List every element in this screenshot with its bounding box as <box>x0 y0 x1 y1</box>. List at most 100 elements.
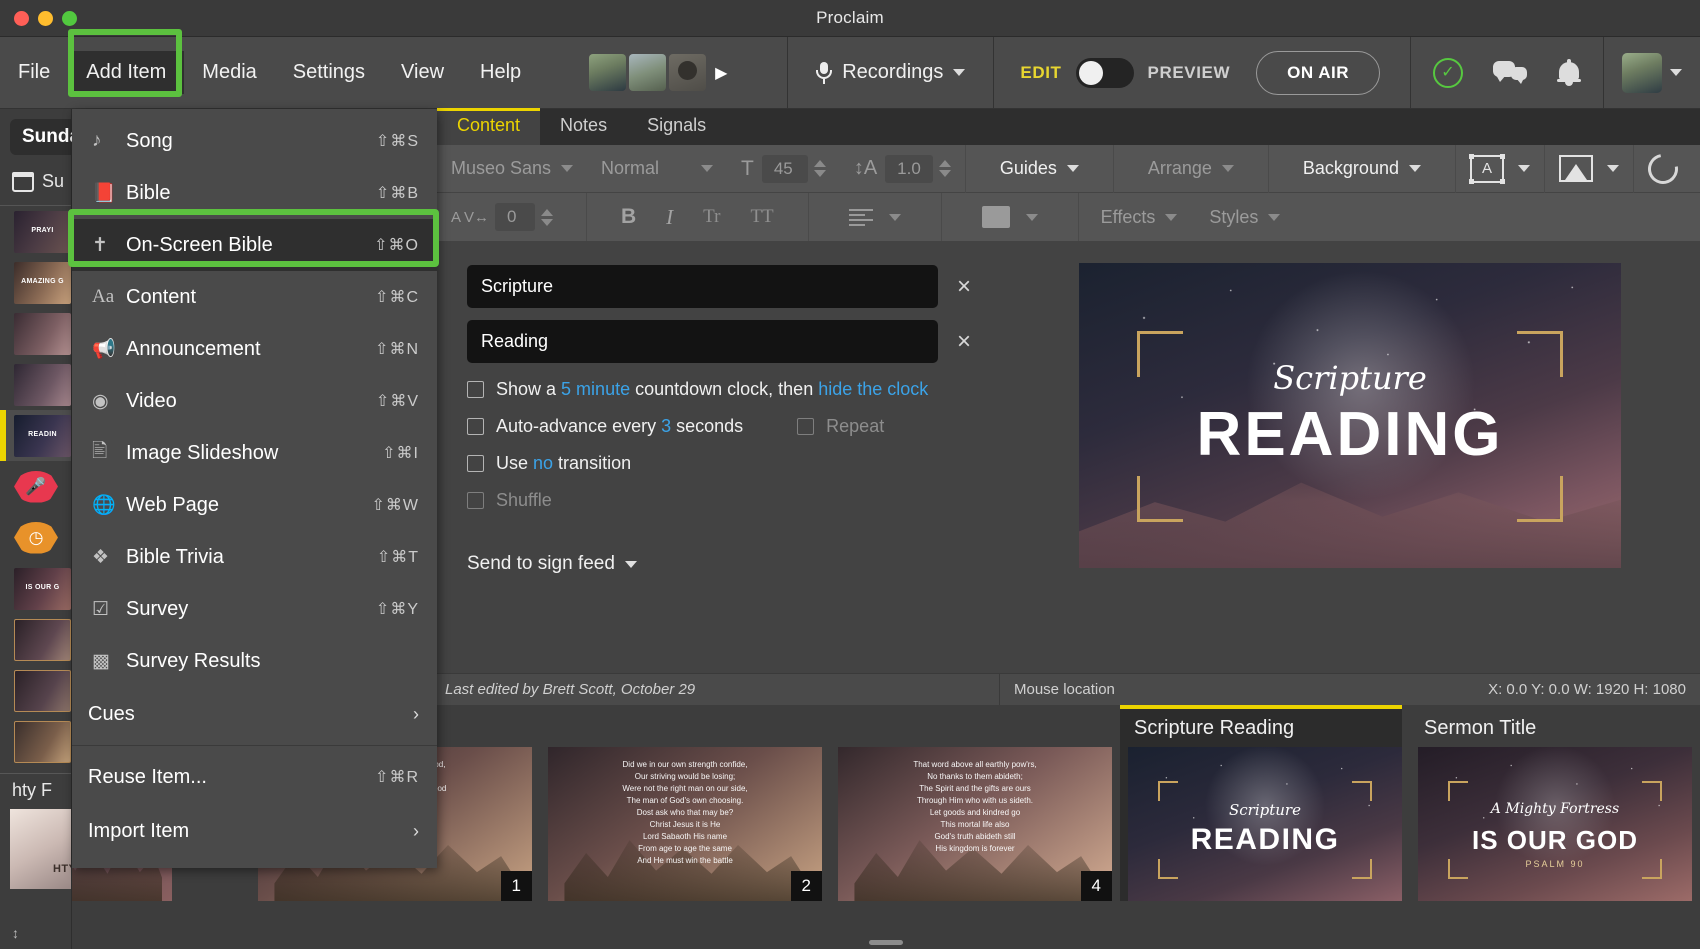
slide-preview[interactable]: Scripture READING <box>1079 263 1621 568</box>
allcaps-button[interactable]: TT <box>750 206 773 228</box>
use-transition-checkbox[interactable] <box>467 455 484 472</box>
menu-file[interactable]: File <box>0 51 68 94</box>
team-avatars[interactable]: ▶ <box>589 54 727 91</box>
card[interactable]: Did we in our own strength confide, Our … <box>540 705 822 901</box>
user-menu[interactable] <box>1604 52 1700 93</box>
auto-advance-seconds-link[interactable]: 3 <box>661 416 671 436</box>
menu-item-bible[interactable]: 📕 Bible ⇧⌘B <box>72 167 437 219</box>
list-item-selected[interactable]: READIN <box>0 410 71 461</box>
list-item[interactable] <box>0 308 71 359</box>
send-to-sign-feed-menu[interactable]: Send to sign feed <box>467 553 976 575</box>
menu-item-survey-results[interactable]: ▩ Survey Results <box>72 635 437 687</box>
list-item[interactable] <box>0 665 71 716</box>
avatar[interactable] <box>629 54 667 91</box>
menu-item-video[interactable]: ◉ Video ⇧⌘V <box>72 375 437 427</box>
on-air-button[interactable]: ON AIR <box>1256 50 1380 95</box>
list-item[interactable]: ◷ <box>0 512 71 563</box>
horizontal-scrollbar[interactable] <box>869 940 903 945</box>
menu-item-cues[interactable]: Cues › <box>72 687 437 741</box>
card[interactable]: That word above all earthly pow'rs, No t… <box>830 705 1112 901</box>
shuffle-option[interactable]: Shuffle <box>467 490 976 511</box>
tracking-group[interactable]: A V↔ 0 <box>437 193 587 241</box>
scroll-down-icon[interactable]: ↕ <box>12 925 19 941</box>
list-item[interactable] <box>0 614 71 665</box>
font-size-input[interactable]: 45 <box>761 154 808 183</box>
text-frame-tool[interactable]: A <box>1456 144 1545 193</box>
edit-preview-toggle-group[interactable]: EDIT PREVIEW <box>1020 57 1230 88</box>
line-height-input[interactable]: 1.0 <box>885 154 933 183</box>
font-size-stepper[interactable] <box>813 160 826 177</box>
menu-media[interactable]: Media <box>184 51 274 94</box>
text-align-menu[interactable] <box>809 193 942 241</box>
font-size-group[interactable]: T 45 <box>727 145 840 193</box>
chat-icon[interactable] <box>1493 60 1527 85</box>
text-color-menu[interactable] <box>942 193 1079 241</box>
list-item[interactable]: PRAYI <box>0 206 71 257</box>
menu-item-image-slideshow[interactable]: 🖹 Image Slideshow ⇧⌘I <box>72 427 437 479</box>
list-item[interactable] <box>0 716 71 767</box>
arrange-menu[interactable]: Arrange <box>1114 144 1269 193</box>
line-1-input[interactable]: Scripture <box>467 265 938 308</box>
menu-view[interactable]: View <box>383 51 462 94</box>
bold-button[interactable]: B <box>621 205 636 229</box>
countdown-clock-checkbox[interactable] <box>467 381 484 398</box>
avatars-expand-icon[interactable]: ▶ <box>715 63 727 83</box>
guides-menu[interactable]: Guides <box>966 144 1114 193</box>
menu-help[interactable]: Help <box>462 51 539 94</box>
tracking-stepper[interactable] <box>541 208 554 226</box>
list-item[interactable]: IS OUR G <box>0 563 71 614</box>
recordings-menu[interactable]: Recordings <box>788 61 993 84</box>
use-transition-option[interactable]: Use no transition <box>467 453 976 474</box>
tracking-input[interactable]: 0 <box>495 203 536 231</box>
menu-item-content[interactable]: Aa Content ⇧⌘C <box>72 271 437 323</box>
add-item-dropdown-menu[interactable]: ♪ Song ⇧⌘S 📕 Bible ⇧⌘B ✝ On-Screen Bible… <box>72 109 437 868</box>
menu-item-survey[interactable]: ☑ Survey ⇧⌘Y <box>72 583 437 635</box>
slide-thumbnail-list[interactable]: PRAYI AMAZING G READIN 🎤 ◷ IS OUR G hty … <box>0 206 71 949</box>
card[interactable]: Sermon Title A Mighty Fortress IS OUR GO… <box>1410 705 1692 901</box>
line-height-stepper[interactable] <box>938 160 951 177</box>
menu-item-announcement[interactable]: 📢 Announcement ⇧⌘N <box>72 323 437 375</box>
menu-item-web-page[interactable]: 🌐 Web Page ⇧⌘W <box>72 479 437 531</box>
status-ok-icon[interactable]: ✓ <box>1433 57 1463 88</box>
font-style-select[interactable]: Normal <box>587 145 727 193</box>
tab-content[interactable]: Content <box>437 108 541 145</box>
menu-add-item[interactable]: Add Item <box>68 51 185 94</box>
menu-item-on-screen-bible[interactable]: ✝ On-Screen Bible ⇧⌘O <box>72 219 437 271</box>
slide-thumbnail[interactable]: HTY F <box>10 809 71 889</box>
repeat-checkbox[interactable] <box>797 418 815 435</box>
card-selected[interactable]: Scripture Reading Scripture READING <box>1120 705 1402 901</box>
effects-menu[interactable]: Effects <box>1079 193 1200 241</box>
italic-button[interactable]: I <box>666 205 673 230</box>
avatar[interactable] <box>589 54 627 91</box>
smallcaps-button[interactable]: Tr <box>703 206 720 228</box>
edit-preview-toggle[interactable] <box>1075 57 1134 88</box>
reset-button[interactable] <box>1634 145 1692 193</box>
menu-settings[interactable]: Settings <box>275 51 383 94</box>
menu-item-reuse-item[interactable]: Reuse Item... ⇧⌘R <box>72 750 437 804</box>
font-family-select[interactable]: Museo Sans <box>437 145 587 193</box>
shuffle-checkbox[interactable] <box>467 492 484 509</box>
clear-line-2-icon[interactable]: × <box>952 328 976 356</box>
list-item[interactable]: 🎤 <box>0 461 71 512</box>
background-menu[interactable]: Background <box>1269 144 1456 193</box>
countdown-clock-option[interactable]: Show a 5 minute countdown clock, then hi… <box>467 379 976 400</box>
transition-type-link[interactable]: no <box>533 453 553 473</box>
clear-line-1-icon[interactable]: × <box>952 273 976 301</box>
styles-menu[interactable]: Styles <box>1199 193 1290 241</box>
menu-item-bible-trivia[interactable]: ❖ Bible Trivia ⇧⌘T <box>72 531 437 583</box>
hide-clock-link[interactable]: hide the clock <box>818 379 928 399</box>
menu-item-import-item[interactable]: Import Item › <box>72 804 437 858</box>
line-2-input[interactable]: Reading <box>467 320 938 363</box>
text-style-group[interactable]: B I Tr TT <box>587 193 809 241</box>
countdown-duration-link[interactable]: 5 minute <box>561 379 630 399</box>
avatar[interactable] <box>1622 52 1662 93</box>
notifications-bell-icon[interactable] <box>1557 59 1581 86</box>
avatar[interactable] <box>669 54 707 91</box>
auto-advance-option[interactable]: Auto-advance every 3 seconds Repeat <box>467 416 976 437</box>
list-item[interactable]: AMAZING G <box>0 257 71 308</box>
tab-signals[interactable]: Signals <box>627 108 726 145</box>
auto-advance-checkbox[interactable] <box>467 418 484 435</box>
menu-item-song[interactable]: ♪ Song ⇧⌘S <box>72 115 437 167</box>
tab-notes[interactable]: Notes <box>540 108 627 145</box>
service-date-row[interactable]: Su <box>12 171 64 192</box>
